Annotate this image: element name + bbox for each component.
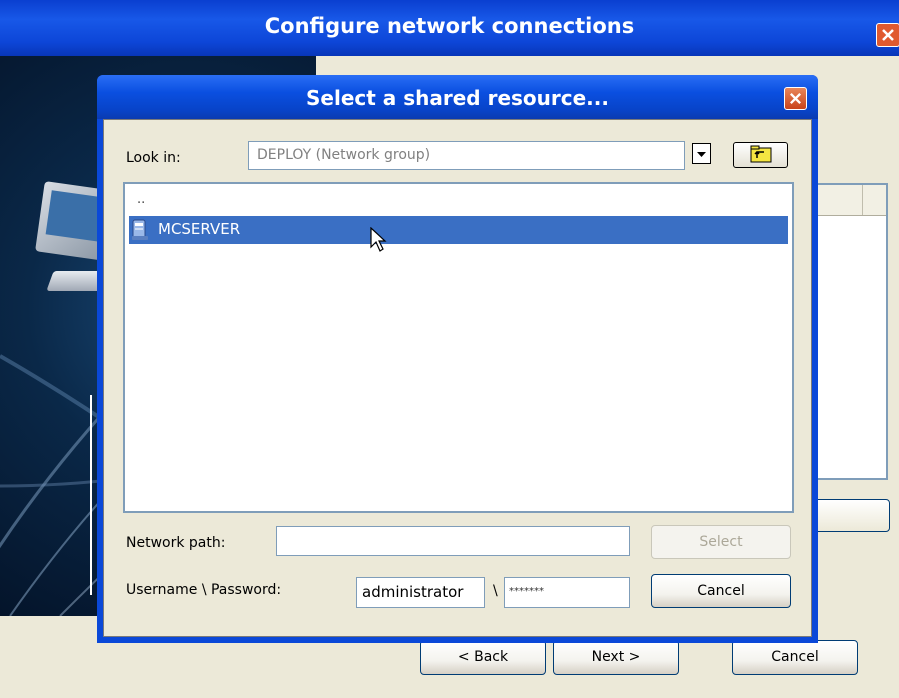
dialog-title: Select a shared resource... xyxy=(306,86,609,110)
background-frame xyxy=(90,395,96,595)
close-icon[interactable] xyxy=(876,23,899,47)
dialog-cancel-button[interactable]: Cancel xyxy=(651,574,791,608)
look-in-combo[interactable]: DEPLOY (Network group) xyxy=(248,141,685,170)
username-input[interactable]: administrator xyxy=(356,577,485,608)
window-title: Configure network connections xyxy=(264,14,635,38)
mouse-cursor-icon xyxy=(370,226,388,257)
dialog-title-bar: Select a shared resource... xyxy=(97,75,818,119)
next-button[interactable]: Next > xyxy=(553,640,679,675)
password-input[interactable]: ******* xyxy=(504,577,630,608)
close-icon[interactable] xyxy=(784,87,807,110)
look-in-label: Look in: xyxy=(126,150,181,166)
server-icon xyxy=(131,219,149,241)
outer-title-bar: Configure network connections xyxy=(0,0,899,56)
network-path-input[interactable] xyxy=(276,526,630,556)
list-item-label: MCSERVER xyxy=(158,220,241,238)
parent-directory-item[interactable]: .. xyxy=(137,192,145,207)
credentials-separator: \ xyxy=(493,583,498,599)
background-button xyxy=(810,499,890,532)
folder-up-icon[interactable] xyxy=(733,142,788,168)
credentials-label: Username \ Password: xyxy=(126,582,282,598)
wizard-cancel-button[interactable]: Cancel xyxy=(732,640,858,675)
back-button[interactable]: < Back xyxy=(420,640,546,675)
select-button[interactable]: Select xyxy=(651,525,791,559)
network-path-label: Network path: xyxy=(126,535,226,551)
chevron-down-icon[interactable] xyxy=(692,143,711,164)
